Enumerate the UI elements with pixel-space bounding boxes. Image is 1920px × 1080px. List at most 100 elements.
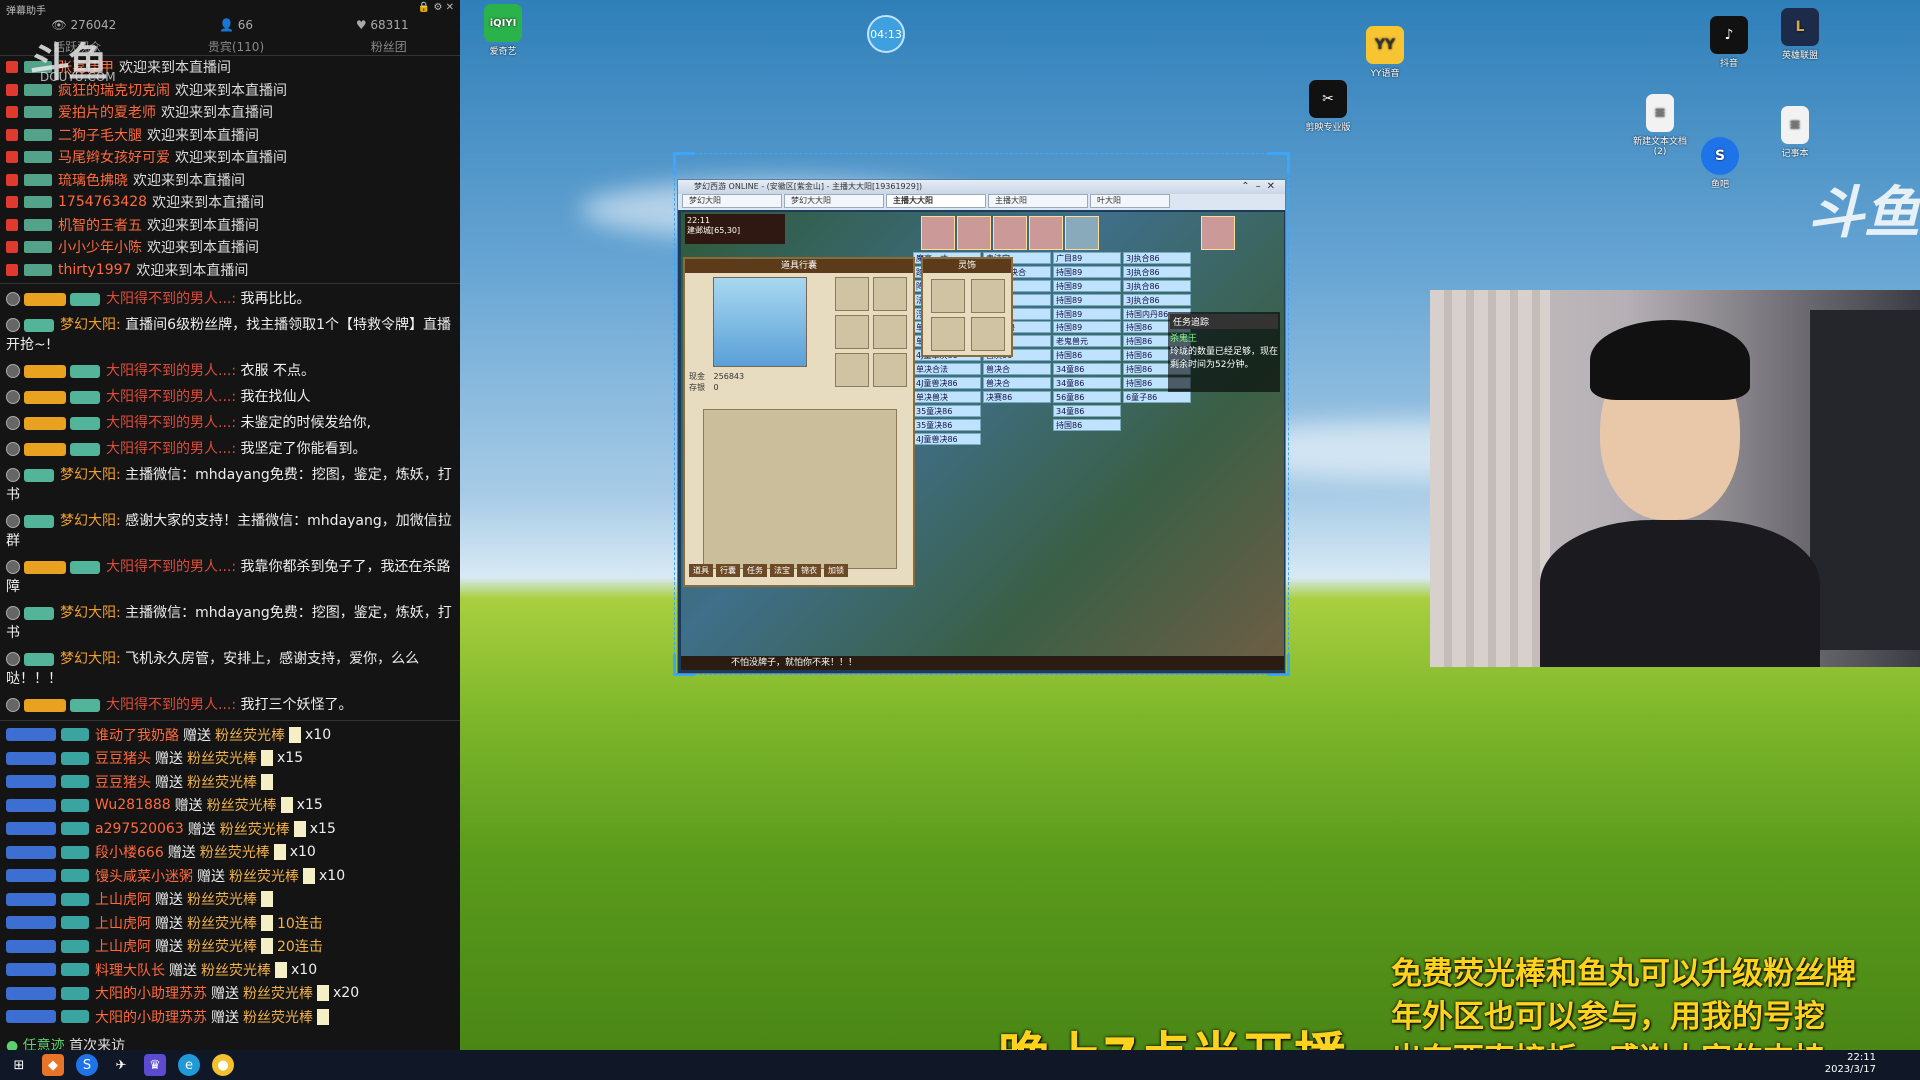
desktop-icon-textfile[interactable]: ≡ 新建文本文档 (2)	[1630, 94, 1690, 157]
team-avatar[interactable]	[1065, 216, 1099, 250]
npc-stall-tag[interactable]: 持国89	[1053, 321, 1121, 334]
gift-username[interactable]: 谁动了我奶酪	[95, 725, 179, 745]
npc-stall-tag[interactable]: 34童86	[1053, 363, 1121, 376]
npc-stall-tag[interactable]: 34童86	[1053, 377, 1121, 390]
recording-timer[interactable]: 04:13	[867, 15, 905, 53]
chat-username[interactable]: 大阳得不到的男人...:	[106, 363, 236, 379]
inv-button[interactable]: 道具	[689, 564, 713, 577]
window-controls[interactable]: 🔒 ⚙ ✕	[418, 2, 454, 16]
game-tab[interactable]: 梦幻大大阳	[784, 194, 884, 208]
npc-stall-tag[interactable]: 兽决合	[983, 363, 1051, 376]
equip-slot[interactable]	[873, 353, 907, 387]
npc-stall-tag[interactable]: 56童86	[1053, 390, 1121, 403]
player-avatar[interactable]	[1201, 216, 1235, 250]
lingshi-slot[interactable]	[971, 317, 1005, 351]
npc-stall-tag[interactable]: 4J童兽决86	[913, 377, 981, 390]
equip-slot[interactable]	[835, 315, 869, 349]
lingshi-slot[interactable]	[931, 279, 965, 313]
npc-stall-tag[interactable]: 持国89	[1053, 265, 1121, 278]
npc-stall-tag[interactable]: 单决兽决	[913, 390, 981, 403]
gift-username[interactable]: 料理大队长	[95, 960, 165, 980]
inventory-panel[interactable]: 道具行囊 现金 256843 存银 0 道具 行囊 任务 法宝 锦衣 加锁	[683, 257, 915, 587]
selection-corner[interactable]	[673, 152, 695, 174]
npc-stall-tag[interactable]: 3J执合86	[1123, 265, 1191, 278]
inv-button[interactable]: 行囊	[716, 564, 740, 577]
game-scene[interactable]: 22:11 建邺城[65,30] 魔高一丈踏战降魔通缉令法宝送达浮屠炼妖单决合法…	[681, 212, 1284, 670]
team-avatar[interactable]	[993, 216, 1027, 250]
chat-username[interactable]: 梦幻大阳:	[60, 513, 121, 529]
npc-stall-tag[interactable]: 兽决合	[983, 377, 1051, 390]
gift-username[interactable]: 豆豆猪头	[95, 748, 151, 768]
desktop-icon-yy[interactable]: YY YY语音	[1355, 26, 1415, 79]
chat-username[interactable]: 大阳得不到的男人...:	[106, 441, 236, 457]
welcome-username[interactable]: 1754763428	[58, 194, 147, 210]
npc-stall-tag[interactable]: 3J执合86	[1123, 279, 1191, 292]
game-tab-active[interactable]: 主播大大阳	[886, 194, 986, 208]
team-avatar[interactable]	[1029, 216, 1063, 250]
team-avatar[interactable]	[921, 216, 955, 250]
first-visit-user[interactable]: ● 任意迹	[6, 1038, 65, 1051]
npc-stall-tag[interactable]: 老鬼兽元	[1053, 335, 1121, 348]
inv-button[interactable]: 加锁	[824, 564, 848, 577]
feishu-icon[interactable]: ✈	[110, 1054, 132, 1076]
welcome-username[interactable]: thirty1997	[58, 262, 131, 278]
game-tab[interactable]: 主播大阳	[988, 194, 1088, 208]
gift-username[interactable]: Wu281888	[95, 797, 171, 813]
welcome-username[interactable]: 机智的王者五	[58, 215, 142, 235]
quest-tracker[interactable]: 任务追踪 杀鬼王 玲珑的数量已经足够，现在剩余时间为52分钟。	[1168, 312, 1280, 392]
chat-username[interactable]: 梦幻大阳:	[60, 605, 121, 621]
lingshi-panel[interactable]: 灵饰	[921, 257, 1013, 357]
welcome-username[interactable]: 马尾辫女孩好可爱	[58, 147, 170, 167]
npc-stall-tag[interactable]: 广目89	[1053, 252, 1121, 264]
npc-stall-tag[interactable]: 持国89	[1053, 307, 1121, 320]
npc-stall-tag[interactable]: 单决合法	[913, 363, 981, 376]
chat-username[interactable]: 梦幻大阳:	[60, 651, 121, 667]
inv-button[interactable]: 锦衣	[797, 564, 821, 577]
npc-stall-tag[interactable]: 持国86	[1053, 349, 1121, 362]
chat-username[interactable]: 大阳得不到的男人...:	[106, 389, 236, 405]
chat-username[interactable]: 大阳得不到的男人...:	[106, 559, 236, 575]
npc-stall-tag[interactable]: 3J执合86	[1123, 293, 1191, 306]
equip-slot[interactable]	[873, 277, 907, 311]
game-window[interactable]: 梦幻西游 ONLINE - (安徽区[紫金山] - 主播大大阳[19361929…	[677, 179, 1286, 674]
npc-stall-tag[interactable]: 持国89	[1053, 279, 1121, 292]
game-chat-bar[interactable]: 不怕没牌子，就怕你不来！！！	[681, 656, 1284, 670]
welcome-username[interactable]: 爱拍片的夏老师	[58, 102, 156, 122]
tab-vip[interactable]: 贵宾(110)	[208, 38, 264, 55]
danmu-chat-panel[interactable]: 弹幕助手 🔒 ⚙ ✕ 👁 276042 👤 66 ♥ 68311 活跃观众 贵宾…	[0, 0, 460, 1050]
npc-stall-tag[interactable]: 34童86	[1053, 404, 1121, 417]
quest-name[interactable]: 杀鬼王	[1170, 331, 1278, 344]
desktop-icon-iqiyi[interactable]: iQIYI 爱奇艺	[473, 4, 533, 57]
chrome-icon[interactable]: ●	[212, 1054, 234, 1076]
lingshi-slot[interactable]	[931, 317, 965, 351]
game-tab[interactable]: 梦幻大阳	[682, 194, 782, 208]
equip-slot[interactable]	[835, 277, 869, 311]
equip-slot[interactable]	[835, 353, 869, 387]
chat-username[interactable]: 大阳得不到的男人...:	[106, 697, 236, 713]
welcome-username[interactable]: 二狗子毛大腿	[58, 125, 142, 145]
welcome-username[interactable]: 小小少年小陈	[58, 237, 142, 257]
inv-button[interactable]: 法宝	[770, 564, 794, 577]
window-controls[interactable]: ⌃–✕	[1241, 180, 1281, 194]
chat-username[interactable]: 梦幻大阳:	[60, 467, 121, 483]
selection-corner[interactable]	[1268, 152, 1290, 174]
npc-stall-tag[interactable]: 持国86	[1053, 418, 1121, 431]
gift-username[interactable]: a297520063	[95, 821, 184, 837]
app-icon[interactable]: S	[76, 1054, 98, 1076]
inv-button[interactable]: 任务	[743, 564, 767, 577]
game-titlebar[interactable]: 梦幻西游 ONLINE - (安徽区[紫金山] - 主播大大阳[19361929…	[678, 180, 1285, 194]
game-taskbar-icon[interactable]: ♛	[144, 1054, 166, 1076]
npc-stall-tag[interactable]: 4J童兽决86	[913, 432, 981, 445]
desktop-icon-notepad[interactable]: ≡ 记事本	[1765, 106, 1825, 159]
chat-username[interactable]: 大阳得不到的男人...:	[106, 415, 236, 431]
gift-username[interactable]: 上山虎阿	[95, 936, 151, 956]
npc-stall-tag[interactable]: 决赛86	[983, 390, 1051, 403]
lingshi-slot[interactable]	[971, 279, 1005, 313]
gift-username[interactable]: 馒头咸菜小迷粥	[95, 866, 193, 886]
desktop-icon-douyin[interactable]: ♪ 抖音	[1699, 16, 1759, 69]
chat-username[interactable]: 梦幻大阳:	[60, 317, 121, 333]
gift-username[interactable]: 大阳的小助理苏苏	[95, 983, 207, 1003]
taskbar-clock[interactable]: 22:11 2023/3/17	[1825, 1052, 1876, 1076]
windows-start-icon[interactable]: ⊞	[8, 1054, 30, 1076]
gift-username[interactable]: 段小楼666	[95, 842, 164, 862]
